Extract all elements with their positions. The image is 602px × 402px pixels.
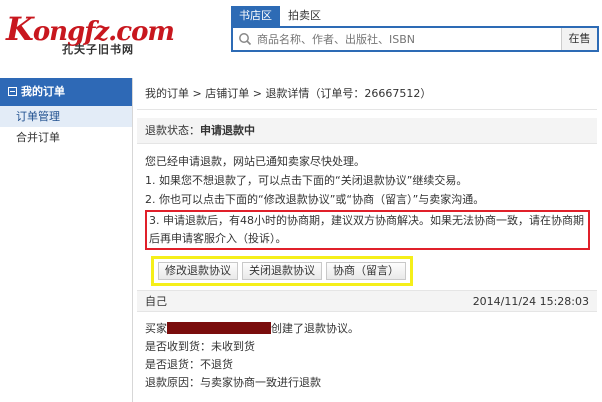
log-timestamp: 2014/11/24 15:28:03 [472, 295, 589, 308]
instruction-3: 3. 申请退款后，有48小时的协商期，建议双方协商解决。如果无法协商一致，请在协… [149, 214, 584, 245]
order-number: （订单号：26667512） [309, 87, 432, 100]
search-button[interactable]: 在售 [561, 28, 597, 50]
sidebar-item-merge-orders[interactable]: 合并订单 [0, 127, 132, 148]
refund-status-value: 申请退款中 [200, 124, 255, 137]
refund-status-bar: 退款状态：申请退款中 [137, 118, 597, 144]
breadcrumb-refund-details: 退款详情 [265, 87, 310, 100]
log-buyer-suffix: 创建了退款协议。 [271, 322, 359, 335]
breadcrumb-my-orders[interactable]: 我的订单 [145, 87, 189, 100]
breadcrumb-separator: > [252, 87, 262, 100]
log-entry-body: 买家 创建了退款协议。 是否收到货：未收到货 是否退货：不退货 退款原因：与卖家协… [145, 320, 590, 392]
instruction-3-highlight: 3. 申请退款后，有48小时的协商期，建议双方协商解决。如果无法协商一致，请在协… [145, 210, 590, 250]
modify-refund-button[interactable]: 修改退款协议 [158, 262, 238, 280]
breadcrumb: 我的订单 > 店铺订单 > 退款详情（订单号：26667512） [137, 78, 597, 110]
search-box: 在售 [231, 26, 599, 52]
tab-auction[interactable]: 拍卖区 [280, 6, 329, 26]
collapse-icon [8, 87, 17, 96]
log-reason: 退款原因：与卖家协商一致进行退款 [145, 376, 321, 389]
sidebar-title: 我的订单 [21, 85, 65, 98]
intro-text: 您已经申请退款，网站已通知卖家尽快处理。 [145, 155, 365, 168]
sidebar-item-order-management[interactable]: 订单管理 [0, 106, 132, 127]
breadcrumb-shop-orders[interactable]: 店铺订单 [205, 87, 249, 100]
log-buyer-prefix: 买家 [145, 322, 167, 335]
log-buyer-line: 买家 创建了退款协议。 [145, 320, 590, 338]
main-content: 我的订单 > 店铺订单 > 退款详情（订单号：26667512） 退款状态：申请… [137, 78, 597, 402]
site-header: Kongfz.com 孔夫子旧书网 书店区 拍卖区 在售 [0, 0, 602, 66]
close-refund-button[interactable]: 关闭退款协议 [242, 262, 322, 280]
site-logo[interactable]: Kongfz.com 孔夫子旧书网 [6, 10, 175, 56]
instruction-2: 2. 你也可以点击下面的“修改退款协议”或“协商（留言）”与卖家沟通。 [145, 193, 485, 206]
log-author: 自己 [145, 295, 167, 308]
refund-status-label: 退款状态： [145, 124, 200, 137]
log-received: 是否收到货：未收到货 [145, 340, 255, 353]
refund-instructions: 您已经申请退款，网站已通知卖家尽快处理。 1. 如果您不想退款了，可以点击下面的… [145, 152, 590, 286]
search-tabs: 书店区 拍卖区 [231, 6, 329, 26]
logo-subtitle: 孔夫子旧书网 [62, 43, 134, 56]
search-icon [239, 33, 252, 46]
instruction-1: 1. 如果您不想退款了，可以点击下面的“关闭退款协议”继续交易。 [145, 174, 468, 187]
sidebar: 我的订单 订单管理 合并订单 [0, 78, 133, 402]
sidebar-header[interactable]: 我的订单 [0, 78, 132, 106]
search-input[interactable] [257, 30, 557, 48]
action-button-group: 修改退款协议 关闭退款协议 协商（留言） [151, 256, 413, 286]
log-return: 是否退货：不退货 [145, 358, 233, 371]
log-entry-header: 自己 2014/11/24 15:28:03 [137, 290, 597, 312]
redacted-buyer-name [167, 322, 271, 334]
tab-bookstore[interactable]: 书店区 [231, 6, 280, 26]
negotiate-button[interactable]: 协商（留言） [326, 262, 406, 280]
breadcrumb-separator: > [192, 87, 202, 100]
